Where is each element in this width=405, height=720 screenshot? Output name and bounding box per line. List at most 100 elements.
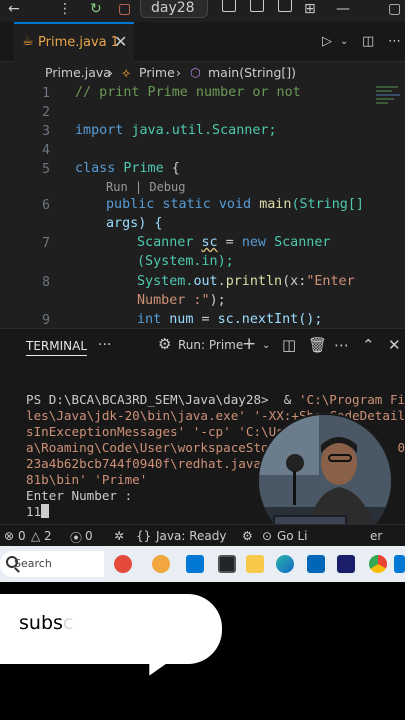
- chevron-down-icon[interactable]: ⌄: [340, 36, 348, 47]
- trash-icon[interactable]: 🗑: [308, 336, 327, 354]
- string-literal: Number :": [137, 293, 210, 308]
- search-text: day28: [151, 0, 195, 16]
- widgets-icon[interactable]: [114, 555, 132, 573]
- class-icon: ⟡: [122, 65, 131, 80]
- type-scanner: Scanner: [274, 235, 331, 250]
- java-status-icon: {}: [136, 529, 152, 543]
- code-line-8-wrap: Number :");: [137, 293, 226, 308]
- typed-input: 11: [26, 504, 42, 519]
- windows-icon[interactable]: [186, 555, 204, 573]
- warning-count[interactable]: 2: [44, 529, 52, 543]
- split-terminal-icon[interactable]: ◫: [282, 336, 296, 354]
- taskbar-search-box[interactable]: Search: [0, 551, 104, 577]
- chrome-icon[interactable]: [369, 555, 387, 573]
- extension-icon: ✲: [114, 529, 125, 543]
- bubble-text-faded: c: [62, 612, 74, 634]
- code-line-6: public static void main(String[]: [106, 197, 364, 212]
- gear-icon[interactable]: ⚙: [242, 529, 253, 543]
- class-name: Prime: [123, 161, 164, 176]
- more-actions-icon[interactable]: ⋯: [334, 336, 349, 354]
- line-number: 5: [42, 162, 50, 177]
- minimize-icon[interactable]: —: [336, 0, 350, 18]
- param-type: (String[]: [291, 197, 364, 212]
- maximize-icon[interactable]: ▢: [388, 0, 401, 18]
- customize-layout-icon[interactable]: ⊞: [304, 0, 316, 18]
- status-bar: ⊗ 0 △ 2 ⦿ 0 ✲ {} Java: Ready ⚙ ⊙ Go Li e…: [0, 524, 405, 546]
- close-panel-icon[interactable]: ✕: [388, 336, 401, 354]
- prompt: PS D:\BCA\BCA3RD_SEM\Java\day28> &: [26, 392, 299, 407]
- terminal-input-line: 11: [26, 504, 50, 519]
- keyword-class: class: [75, 161, 116, 176]
- error-icon: ⊗: [4, 529, 15, 543]
- line-number: 9: [42, 313, 50, 328]
- breadcrumb-method[interactable]: main(String[]): [208, 65, 296, 80]
- error-count[interactable]: 0: [18, 529, 26, 543]
- ports-icon: ⦿: [70, 531, 83, 545]
- file-explorer-icon[interactable]: [246, 555, 264, 573]
- breadcrumb-class[interactable]: Prime: [139, 65, 175, 80]
- terminal-line: 81b\bin' 'Prime': [26, 472, 148, 487]
- more-icon[interactable]: ···: [98, 337, 111, 353]
- command-center-search[interactable]: day28: [140, 0, 208, 18]
- method-name: main: [259, 197, 292, 212]
- java-status[interactable]: Java: Ready: [156, 529, 226, 543]
- toggle-secondary-sidebar-icon[interactable]: [278, 0, 292, 12]
- ports-count[interactable]: 0: [85, 529, 93, 543]
- chevron-down-icon[interactable]: ⌄: [262, 340, 270, 351]
- code-line-7-wrap: (System.in);: [137, 254, 234, 269]
- forward-icon[interactable]: ⋮: [58, 0, 72, 18]
- code-lens-run-debug[interactable]: Run | Debug: [106, 180, 185, 194]
- code-line-7: Scanner sc = new Scanner: [137, 235, 331, 250]
- split-editor-icon[interactable]: ◫: [362, 34, 374, 49]
- string-literal: "Enter: [306, 274, 355, 289]
- mail-icon[interactable]: [307, 555, 325, 573]
- code-line-3: import java.util.Scanner;: [75, 123, 277, 138]
- minimap[interactable]: [376, 84, 404, 124]
- breadcrumb-file[interactable]: Prime.java: [45, 65, 111, 80]
- method-icon: ⬡: [190, 65, 201, 80]
- panel-header: TERMINAL ··· ⚙ Run: Prime + ⌄ ◫ 🗑 ⋯ ⌃ ✕: [0, 328, 405, 364]
- toggle-sidebar-icon[interactable]: [222, 0, 236, 12]
- pwa-app-icon[interactable]: [152, 555, 170, 573]
- brace: {: [171, 161, 180, 176]
- vscode-icon[interactable]: [337, 555, 355, 573]
- add-terminal-icon[interactable]: +: [242, 334, 256, 354]
- bubble-text: subsc: [19, 612, 73, 634]
- bubble-text-visible: subs: [19, 612, 63, 634]
- tab-terminal[interactable]: TERMINAL: [26, 339, 88, 356]
- refresh-icon[interactable]: ↻: [90, 0, 102, 18]
- debug-gear-icon: ⚙: [158, 335, 172, 353]
- editor-tab-bar: ☕ Prime.java 1 ✕ ▷ ⌄ ◫ ⋯: [0, 22, 405, 62]
- tab-prime-java[interactable]: ☕ Prime.java 1 ✕: [14, 22, 134, 62]
- keyword-new: new: [241, 235, 266, 250]
- code-line-8: System.out.println(x:"Enter: [137, 274, 355, 289]
- edge-icon[interactable]: [276, 555, 294, 573]
- stop-icon[interactable]: ▢: [118, 0, 131, 18]
- terminal-line: PS D:\BCA\BCA3RD_SEM\Java\day28> & 'C:\P…: [26, 392, 405, 407]
- close-icon[interactable]: ✕: [114, 32, 127, 51]
- task-view-icon[interactable]: [218, 555, 236, 573]
- keyword-int: int: [137, 312, 162, 327]
- system: System.: [137, 274, 194, 289]
- maximize-panel-icon[interactable]: ⌃: [362, 336, 375, 354]
- vscode-taskbar-icon[interactable]: [394, 555, 405, 573]
- line-number: 3: [42, 124, 50, 139]
- code-line-1: // print Prime number or not: [75, 85, 301, 100]
- back-arrow-icon[interactable]: ←: [8, 0, 20, 18]
- warning-icon: △: [31, 529, 41, 543]
- terminal-string: 'C:\Program Fi: [298, 392, 405, 407]
- terminal-line: Enter Number :: [26, 488, 133, 503]
- go-live[interactable]: Go Li: [277, 529, 307, 543]
- subscribe-bubble: subsc: [0, 594, 222, 664]
- line-number: 6: [42, 198, 50, 213]
- run-icon[interactable]: ▷: [322, 34, 332, 49]
- import-path: java.util.Scanner;: [131, 123, 277, 138]
- chevron-right-icon: ›: [108, 65, 113, 80]
- breadcrumb: Prime.java › ⟡ Prime › ⬡ main(String[]): [0, 62, 405, 84]
- terminal-selector[interactable]: Run: Prime: [178, 338, 243, 352]
- more-actions-icon[interactable]: ⋯: [388, 34, 401, 49]
- search-label: Search: [14, 557, 52, 570]
- code-editor[interactable]: 1 2 3 4 5 6 7 8 9 // print Prime number …: [0, 84, 405, 328]
- line-number: 8: [42, 275, 50, 290]
- toggle-panel-icon[interactable]: [250, 0, 264, 12]
